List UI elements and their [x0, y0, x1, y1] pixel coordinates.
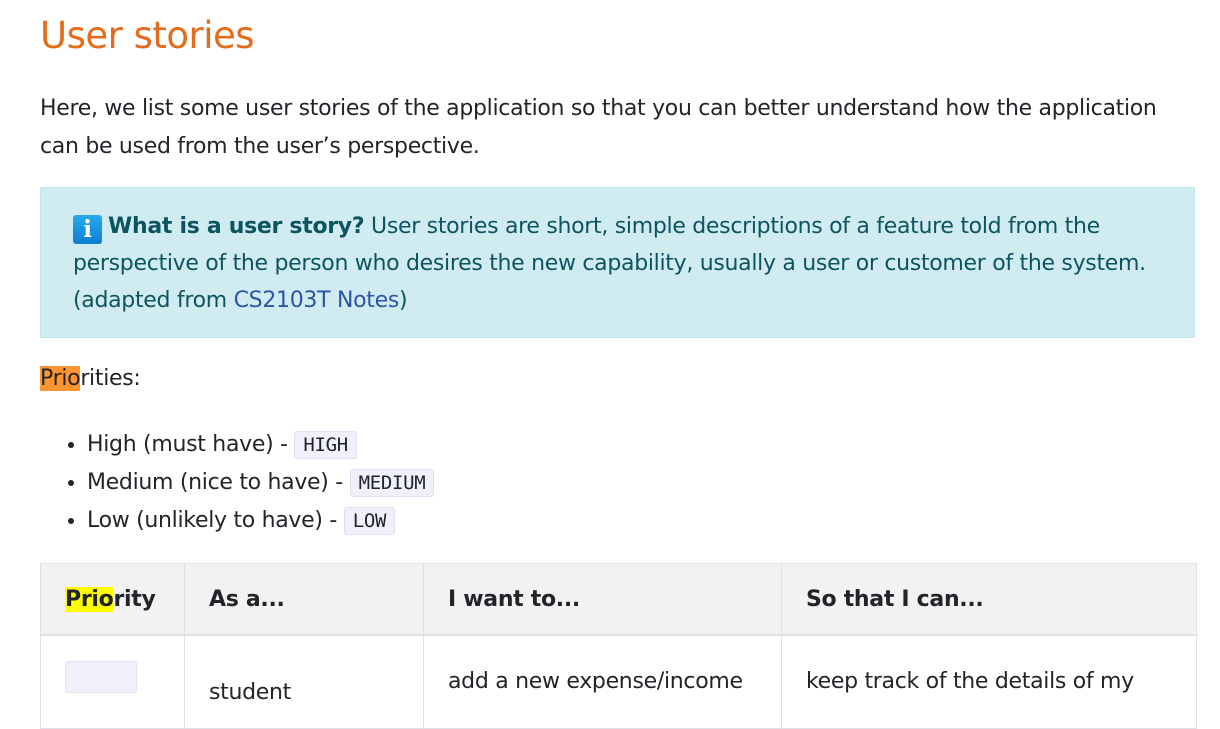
header-as-a: As a...: [184, 563, 424, 636]
code-high: HIGH: [294, 431, 357, 459]
cell-priority: [40, 634, 185, 729]
code-medium: MEDIUM: [349, 469, 435, 497]
page-title: User stories: [40, 14, 255, 57]
header-i-want-to: I want to...: [423, 563, 782, 636]
table-row: student add a new expense/income keep tr…: [40, 634, 1197, 729]
priority-code-badge: [65, 660, 137, 693]
list-item: Medium (nice to have) - MEDIUM: [87, 464, 435, 502]
intro-paragraph: Here, we list some user stories of the a…: [40, 96, 1157, 159]
cell-want: add a new expense/income: [423, 634, 782, 729]
list-item: High (must have) - HIGH: [87, 426, 434, 464]
cell-so-that: keep track of the details of my: [781, 634, 1197, 729]
priorities-label-rest: rities:: [80, 366, 141, 391]
callout-title: What is a user story?: [108, 214, 365, 239]
cell-as-a: student: [184, 634, 424, 729]
callout-suffix: ): [398, 288, 408, 313]
priorities-label: Priorities:: [40, 366, 141, 391]
item-text: High (must have) -: [87, 432, 295, 457]
header-text: rity: [113, 586, 156, 612]
info-callout: i What is a user story? User stories are …: [40, 187, 1195, 338]
header-priority: Priority: [40, 563, 185, 636]
table-header-row: Priority As a... I want to... So that I …: [40, 563, 1197, 636]
code-low: LOW: [343, 507, 396, 535]
item-text: Low (unlikely to have) -: [87, 508, 344, 533]
item-text: Medium (nice to have) -: [87, 470, 350, 495]
user-stories-table: Priority As a... I want to... So that I …: [40, 563, 1197, 729]
info-icon: i: [73, 215, 102, 244]
search-highlight: Prio: [65, 586, 114, 612]
cs2103t-notes-link[interactable]: CS2103T Notes: [234, 288, 400, 313]
header-so-that: So that I can...: [781, 563, 1197, 636]
search-highlight-current: Prio: [40, 366, 81, 391]
list-item: Low (unlikely to have) - LOW: [87, 502, 434, 540]
priority-list: High (must have) - HIGH Medium (nice to …: [40, 426, 435, 540]
